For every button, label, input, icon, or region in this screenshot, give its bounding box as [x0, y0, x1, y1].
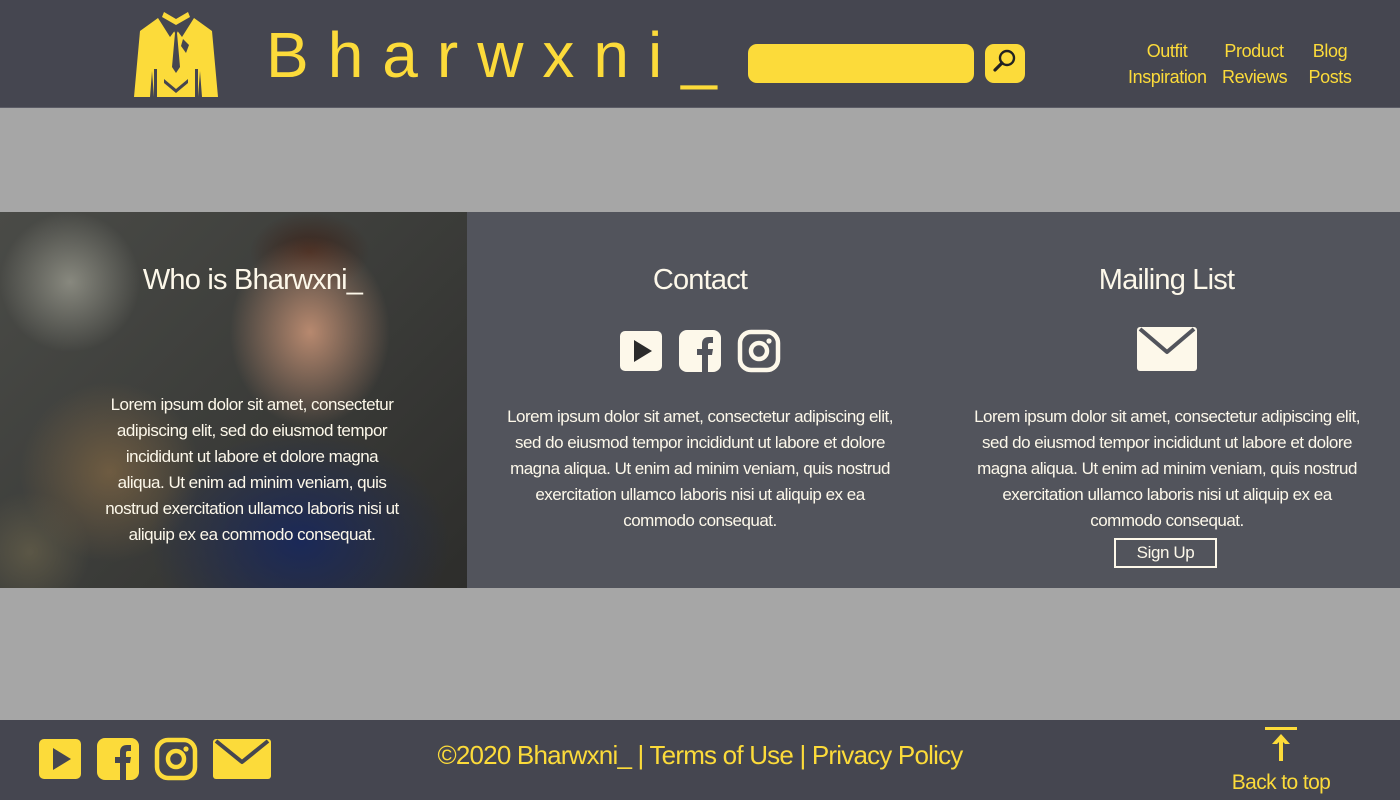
nav-label-line1: Product	[1224, 41, 1284, 61]
back-to-top-button[interactable]: Back to top	[1230, 726, 1332, 798]
info-band: Who is Bharwxni_ Lorem ipsum dolor sit a…	[0, 212, 1400, 588]
contact-text: Lorem ipsum dolor sit amet, consectetur …	[507, 407, 893, 530]
search-icon	[992, 48, 1018, 79]
nav-outfit-inspiration[interactable]: Outfit Inspiration	[1128, 38, 1207, 90]
facebook-icon[interactable]	[678, 329, 722, 373]
terms-of-use-link[interactable]: Terms of Use	[649, 740, 793, 770]
brand-name[interactable]: Bharwxni_	[266, 20, 736, 90]
arrow-up-bar-icon	[1264, 726, 1298, 767]
search-button[interactable]	[985, 44, 1025, 83]
footer-separator: |	[637, 740, 645, 770]
envelope-icon[interactable]	[1136, 326, 1198, 372]
mailing-title: Mailing List	[1098, 264, 1235, 296]
sign-up-button[interactable]: Sign Up	[1114, 538, 1217, 568]
contact-icons	[619, 329, 784, 373]
copyright-text: ©2020 Bharwxni_	[437, 740, 632, 770]
back-to-top-label: Back to top	[1231, 771, 1331, 794]
nav-product-reviews[interactable]: Product Reviews	[1222, 38, 1288, 90]
about-title: Who is Bharwxni_	[142, 264, 363, 296]
suit-jacket-icon[interactable]	[134, 9, 218, 99]
nav-blog-posts[interactable]: Blog Posts	[1305, 38, 1355, 90]
contact-title: Contact	[652, 264, 748, 296]
nav-label-line2: Inspiration	[1128, 67, 1207, 87]
search-input[interactable]	[748, 44, 974, 83]
site-header: Bharwxni_ Outfit Inspiration Product Rev…	[0, 0, 1400, 108]
about-text: Lorem ipsum dolor sit amet, consectetur …	[105, 395, 399, 544]
footer-links: ©2020 Bharwxni_ | Terms of Use | Privacy…	[0, 740, 1400, 771]
site-footer: ©2020 Bharwxni_ | Terms of Use | Privacy…	[0, 720, 1400, 800]
nav-label-line1: Outfit	[1146, 41, 1188, 61]
footer-separator: |	[799, 740, 806, 770]
youtube-icon[interactable]	[619, 329, 663, 373]
privacy-policy-link[interactable]: Privacy Policy	[812, 740, 963, 770]
mailing-text: Lorem ipsum dolor sit amet, consectetur …	[974, 407, 1360, 530]
instagram-icon[interactable]	[737, 329, 781, 373]
about-panel: Who is Bharwxni_ Lorem ipsum dolor sit a…	[0, 212, 467, 588]
nav-label-line2: Posts	[1308, 67, 1352, 87]
nav-label-line1: Blog	[1312, 41, 1348, 61]
nav-label-line2: Reviews	[1222, 67, 1288, 87]
